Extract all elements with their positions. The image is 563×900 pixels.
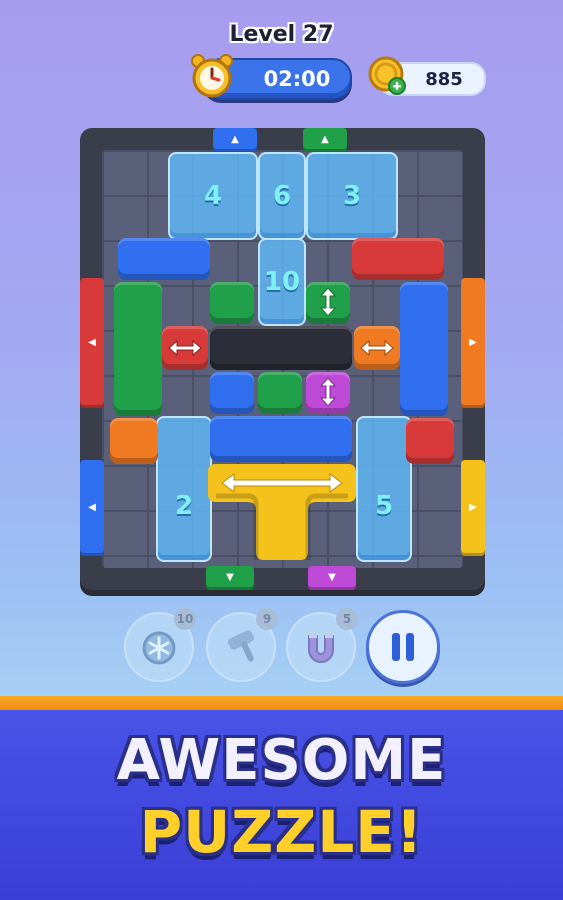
- ice-count: 2: [174, 491, 194, 522]
- exit-gate-left-blue: ◀: [80, 460, 104, 556]
- red-block[interactable]: [406, 418, 454, 464]
- blue-block[interactable]: [118, 238, 210, 280]
- blue-block[interactable]: [210, 416, 352, 462]
- purple-block-vertical-mover[interactable]: [306, 372, 350, 414]
- exit-gate-bottom-purple: ▼: [308, 566, 356, 590]
- ice-block[interactable]: 4: [168, 152, 258, 240]
- booster-magnet[interactable]: 5: [286, 608, 358, 682]
- ice-count: 6: [272, 181, 292, 211]
- vertical-arrow-icon: [319, 377, 337, 407]
- horizontal-arrow-icon: [360, 339, 394, 357]
- booster-count: 9: [256, 608, 278, 630]
- exit-gate-top-green: ▲: [303, 128, 347, 152]
- snowflake-clock-icon: [142, 631, 176, 665]
- booster-freeze-time[interactable]: 10: [124, 608, 196, 682]
- headline-puzzle: PUZZLE!: [139, 798, 424, 866]
- ice-count: 4: [203, 181, 223, 211]
- green-block-vertical-mover[interactable]: [306, 282, 350, 324]
- vertical-arrow-icon: [319, 287, 337, 317]
- green-block[interactable]: [114, 282, 162, 416]
- red-block-horizontal-mover[interactable]: [162, 326, 208, 370]
- pause-icon: [392, 633, 414, 661]
- hammer-icon: [227, 630, 255, 662]
- blue-block[interactable]: [400, 282, 448, 416]
- exit-gate-top-blue: ▲: [213, 128, 257, 152]
- blue-block[interactable]: [210, 372, 254, 414]
- red-block[interactable]: [352, 238, 444, 280]
- magnet-icon: [308, 632, 334, 663]
- exit-gate-right-yellow: ▶: [461, 460, 485, 556]
- coin-count: 885: [425, 69, 463, 90]
- yellow-t-block[interactable]: [208, 464, 356, 560]
- timer-text: 02:00: [263, 67, 331, 91]
- ice-block[interactable]: 3: [306, 152, 398, 240]
- green-block[interactable]: [210, 282, 254, 324]
- ice-count: 10: [263, 267, 301, 297]
- ice-block[interactable]: 6: [258, 152, 306, 240]
- pause-button[interactable]: [366, 610, 440, 684]
- coin-plus-icon[interactable]: [366, 56, 406, 96]
- exit-gate-left-red: ◀: [80, 278, 104, 408]
- booster-hammer[interactable]: 9: [206, 608, 278, 682]
- booster-count: 5: [336, 608, 358, 630]
- puzzle-board: ▲ ▲ ◀ ◀ ▶ ▶ ▼ ▼ 4 6 3 10 2 5: [80, 128, 485, 590]
- dark-wall-block: [210, 326, 352, 370]
- orange-block-horizontal-mover[interactable]: [354, 326, 400, 370]
- ice-block[interactable]: 2: [156, 416, 212, 562]
- ice-count: 3: [342, 181, 362, 211]
- orange-block[interactable]: [110, 418, 158, 464]
- banner-stripe: [0, 696, 563, 710]
- ice-count: 5: [374, 491, 394, 522]
- booster-count: 10: [174, 608, 196, 630]
- level-title: Level 27: [229, 22, 334, 47]
- ice-block[interactable]: 10: [258, 238, 306, 326]
- exit-gate-right-orange: ▶: [461, 278, 485, 408]
- green-block[interactable]: [258, 372, 302, 414]
- ice-block[interactable]: 5: [356, 416, 412, 562]
- horizontal-arrow-icon: [168, 339, 202, 357]
- alarm-clock-icon: [191, 54, 233, 98]
- exit-gate-bottom-green: ▼: [206, 566, 254, 590]
- headline-awesome: AWESOME: [116, 728, 447, 793]
